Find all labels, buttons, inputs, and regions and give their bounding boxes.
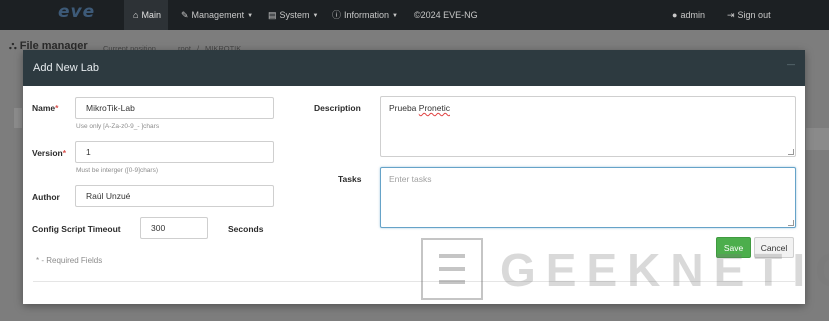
version-help: Must be interger ([0-9]chars) [76, 167, 159, 174]
home-icon: ⌂ [133, 10, 139, 20]
watermark-bar [439, 267, 465, 271]
nav-information[interactable]: ⓘ Information ▼ [332, 0, 398, 30]
name-label-text: Name [32, 103, 56, 113]
top-navbar: eve ⌂ Main ✎ Management ▼ ▤ System ▼ ⓘ Informa… [0, 0, 829, 30]
tasks-field[interactable]: Enter tasks [380, 167, 796, 228]
background-panel [806, 128, 829, 150]
nav-management-label: Management [191, 10, 245, 20]
description-word: Prueba [389, 103, 417, 113]
version-field[interactable]: 1 [75, 141, 274, 163]
nav-main-label: Main [141, 10, 161, 20]
required-marker: * [62, 148, 67, 158]
watermark-text: GEEKNETIC [500, 244, 829, 296]
tasks-placeholder: Enter tasks [389, 174, 432, 184]
close-icon[interactable]: — [787, 60, 795, 69]
hdd-icon: ▤ [268, 10, 277, 20]
required-fields-note: * - Required Fields [36, 256, 103, 265]
signout-icon: ⇥ [727, 10, 735, 20]
name-help: Use only [A-Za-z0-9_- ]chars [76, 123, 160, 130]
signout-label: Sign out [737, 10, 771, 20]
timeout-unit: Seconds [228, 224, 264, 234]
timeout-field[interactable]: 300 [140, 217, 208, 239]
watermark-bar [439, 280, 465, 284]
nav-main[interactable]: ⌂ Main [124, 0, 168, 30]
version-label-text: Version [32, 148, 63, 158]
eve-logo[interactable]: eve [58, 2, 95, 22]
user-icon: ● [672, 10, 678, 20]
description-word-misspelled: Pronetic [418, 103, 450, 113]
caret-down-icon: ▼ [247, 12, 254, 19]
modal-title: Add New Lab [33, 62, 100, 74]
name-label: Name* [32, 103, 58, 113]
nav-user[interactable]: ● admin [672, 0, 705, 30]
modal-header: Add New Lab — [23, 50, 805, 86]
nav-information-label: Information [344, 10, 390, 20]
timeout-label: Config Script Timeout [32, 224, 121, 234]
resize-handle[interactable] [788, 220, 794, 226]
nav-system-label: System [279, 10, 310, 20]
name-field[interactable]: MikroTik-Lab [75, 97, 274, 119]
background-panel [14, 108, 22, 128]
tasks-label: Tasks [338, 174, 362, 184]
nav-copyright: ©2024 EVE-NG [414, 0, 478, 30]
nav-system[interactable]: ▤ System ▼ [268, 0, 318, 30]
description-field[interactable]: Prueba Pronetic [380, 96, 796, 157]
author-label: Author [32, 192, 60, 202]
nav-management[interactable]: ✎ Management ▼ [181, 0, 253, 30]
required-marker: * [55, 103, 59, 113]
author-field[interactable]: Raúl Unzué [75, 185, 274, 207]
wrench-icon: ✎ [181, 10, 189, 20]
resize-handle[interactable] [788, 149, 794, 155]
watermark-logo-icon [421, 238, 483, 300]
caret-down-icon: ▼ [312, 12, 319, 19]
caret-down-icon: ▼ [392, 12, 398, 19]
nav-signout[interactable]: ⇥ Sign out [727, 0, 771, 30]
sitemap-icon: ⛬ [9, 40, 20, 52]
info-icon: ⓘ [332, 10, 342, 20]
watermark-bar [439, 254, 465, 258]
copyright-label: ©2024 EVE-NG [414, 10, 478, 20]
version-label: Version* [32, 148, 66, 158]
description-label: Description [314, 103, 361, 113]
user-label: admin [680, 10, 705, 20]
